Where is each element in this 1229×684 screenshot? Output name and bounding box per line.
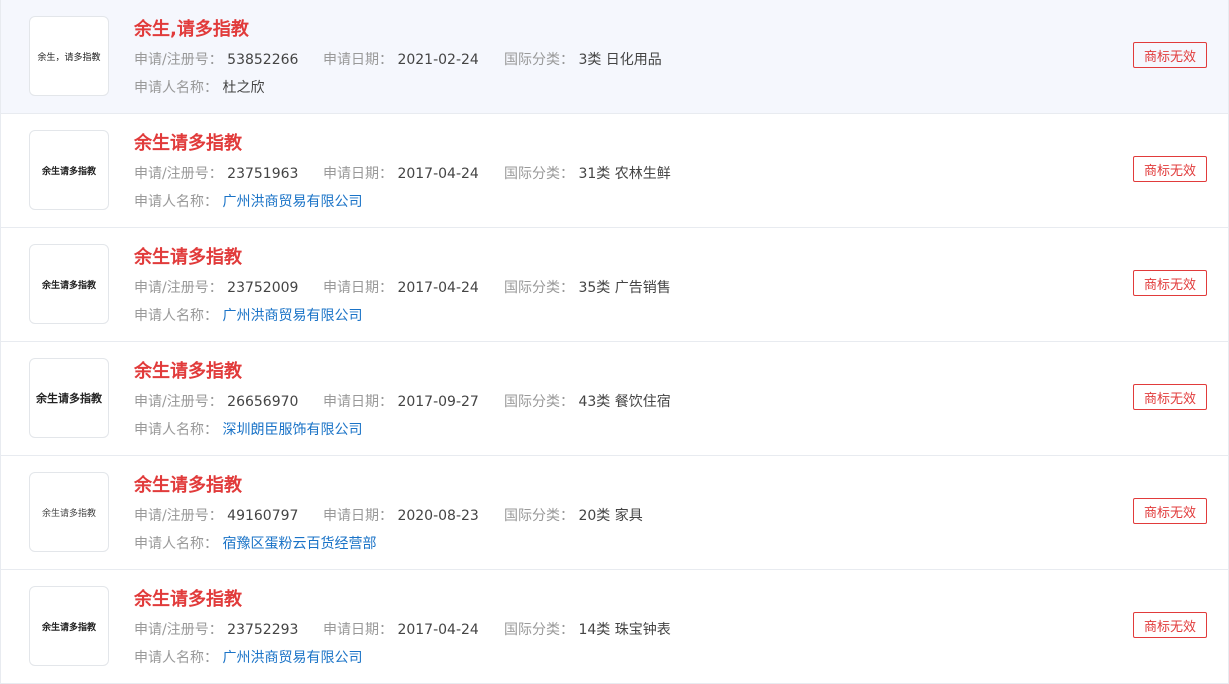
reg-no-label: 申请/注册号： [134,280,223,296]
applicant-label: 申请人名称： [134,80,218,96]
intl-class-value: 14类 珠宝钟表 [578,622,671,638]
trademark-logo-image[interactable]: 余生请多指教 [29,586,109,666]
apply-date-label: 申请日期： [323,394,393,410]
reg-no-value: 53852266 [227,52,299,68]
apply-date-value: 2017-04-24 [397,622,479,638]
reg-no-value: 23752009 [227,280,299,296]
intl-class-label: 国际分类： [504,508,574,524]
applicant-link[interactable]: 广州洪商贸易有限公司 [222,194,362,210]
intl-class-value: 20类 家具 [578,508,643,524]
applicant-line: 申请人名称： 广州洪商贸易有限公司 [134,649,362,667]
applicant-name: 杜之欣 [222,80,265,96]
trademark-row[interactable]: 余生，请多指教 余生,请多指教 申请/注册号： 53852266 申请日期： 2… [1,0,1228,114]
applicant-link[interactable]: 宿豫区蛋粉云百货经营部 [222,536,376,552]
trademark-name-link[interactable]: 余生,请多指教 [134,18,249,42]
intl-class-value: 3类 日化用品 [578,52,662,68]
reg-no-value: 49160797 [227,508,299,524]
apply-date-label: 申请日期： [323,622,393,638]
status-badge: 商标无效 [1133,156,1207,182]
applicant-label: 申请人名称： [134,308,218,324]
intl-class-label: 国际分类： [504,394,574,410]
apply-date-label: 申请日期： [323,280,393,296]
applicant-label: 申请人名称： [134,194,218,210]
applicant-label: 申请人名称： [134,536,218,552]
trademark-name-link[interactable]: 余生请多指教 [134,588,242,612]
apply-date-value: 2017-04-24 [397,166,479,182]
applicant-label: 申请人名称： [134,422,218,438]
applicant-line: 申请人名称： 深圳朗臣服饰有限公司 [134,421,362,439]
trademark-logo-image[interactable]: 余生请多指教 [29,472,109,552]
apply-date-label: 申请日期： [323,166,393,182]
reg-no-label: 申请/注册号： [134,166,223,182]
applicant-line: 申请人名称： 广州洪商贸易有限公司 [134,193,362,211]
applicant-link[interactable]: 广州洪商贸易有限公司 [222,650,362,666]
trademark-name-link[interactable]: 余生请多指教 [134,474,242,498]
apply-date-value: 2017-09-27 [397,394,479,410]
intl-class-value: 43类 餐饮住宿 [578,394,671,410]
apply-date-label: 申请日期： [323,52,393,68]
trademark-list: 余生，请多指教 余生,请多指教 申请/注册号： 53852266 申请日期： 2… [0,0,1229,684]
reg-no-label: 申请/注册号： [134,52,223,68]
trademark-logo-image[interactable]: 余生请多指教 [29,358,109,438]
intl-class-label: 国际分类： [504,622,574,638]
status-badge: 商标无效 [1133,612,1207,638]
trademark-name-link[interactable]: 余生请多指教 [134,246,242,270]
reg-no-label: 申请/注册号： [134,622,223,638]
applicant-link[interactable]: 深圳朗臣服饰有限公司 [222,422,362,438]
trademark-name-link[interactable]: 余生请多指教 [134,360,242,384]
reg-no-value: 23752293 [227,622,299,638]
trademark-logo-image[interactable]: 余生，请多指教 [29,16,109,96]
intl-class-label: 国际分类： [504,166,574,182]
status-badge: 商标无效 [1133,384,1207,410]
status-badge: 商标无效 [1133,42,1207,68]
trademark-logo-image[interactable]: 余生请多指教 [29,130,109,210]
apply-date-label: 申请日期： [323,508,393,524]
intl-class-label: 国际分类： [504,280,574,296]
reg-no-label: 申请/注册号： [134,508,223,524]
intl-class-label: 国际分类： [504,52,574,68]
apply-date-value: 2021-02-24 [397,52,479,68]
status-badge: 商标无效 [1133,498,1207,524]
reg-no-value: 26656970 [227,394,299,410]
trademark-row[interactable]: 余生请多指教 余生请多指教 申请/注册号： 26656970 申请日期： 201… [1,342,1228,456]
applicant-label: 申请人名称： [134,650,218,666]
trademark-name-link[interactable]: 余生请多指教 [134,132,242,156]
reg-no-value: 23751963 [227,166,299,182]
apply-date-value: 2020-08-23 [397,508,479,524]
apply-date-value: 2017-04-24 [397,280,479,296]
applicant-link[interactable]: 广州洪商贸易有限公司 [222,308,362,324]
reg-no-label: 申请/注册号： [134,394,223,410]
applicant-line: 申请人名称： 广州洪商贸易有限公司 [134,307,362,325]
status-badge: 商标无效 [1133,270,1207,296]
intl-class-value: 31类 农林生鲜 [578,166,671,182]
trademark-row[interactable]: 余生请多指教 余生请多指教 申请/注册号： 49160797 申请日期： 202… [1,456,1228,570]
applicant-line: 申请人名称： 杜之欣 [134,79,264,97]
applicant-line: 申请人名称： 宿豫区蛋粉云百货经营部 [134,535,376,553]
intl-class-value: 35类 广告销售 [578,280,671,296]
trademark-logo-image[interactable]: 余生请多指教 [29,244,109,324]
trademark-row[interactable]: 余生请多指教 余生请多指教 申请/注册号： 23752293 申请日期： 201… [1,570,1228,684]
trademark-row[interactable]: 余生请多指教 余生请多指教 申请/注册号： 23751963 申请日期： 201… [1,114,1228,228]
trademark-row[interactable]: 余生请多指教 余生请多指教 申请/注册号： 23752009 申请日期： 201… [1,228,1228,342]
